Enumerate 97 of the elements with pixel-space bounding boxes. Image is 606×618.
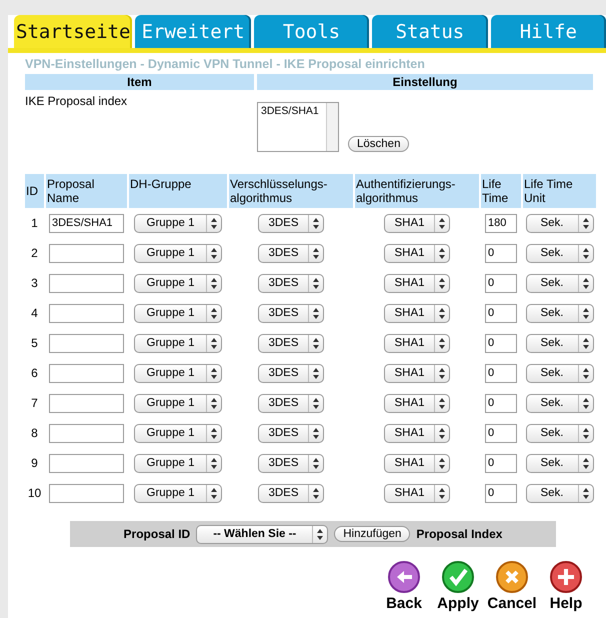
action-button[interactable]: Help — [543, 561, 589, 612]
time-unit-select[interactable]: Sek. — [526, 424, 594, 442]
column-header: Proposal Name — [46, 174, 127, 208]
life-time-field[interactable]: 0 — [485, 364, 517, 382]
cross-icon — [496, 561, 528, 593]
proposal-name-field[interactable] — [49, 394, 124, 412]
arrow-left-icon — [388, 561, 420, 593]
encryption-select[interactable]: 3DES — [258, 394, 324, 412]
encryption-select[interactable]: 3DES — [258, 274, 324, 292]
dh-group-select[interactable]: Gruppe 1 — [134, 334, 222, 352]
time-unit-select[interactable]: Sek. — [526, 364, 594, 382]
proposal-name-field[interactable]: 3DES/SHA1 — [49, 214, 124, 232]
column-header: ID — [25, 174, 44, 208]
time-unit-select[interactable]: Sek. — [526, 484, 594, 502]
action-button[interactable]: Apply — [435, 561, 481, 612]
authentication-select[interactable]: SHA1 — [384, 364, 450, 382]
encryption-select[interactable]: 3DES — [258, 334, 324, 352]
time-unit-select[interactable]: Sek. — [526, 214, 594, 232]
column-header: Einstellung — [257, 74, 593, 90]
column-header: Verschlüsselungs-algorithmus — [229, 174, 353, 208]
life-time-field[interactable]: 0 — [485, 334, 517, 352]
add-button[interactable]: Hinzufügen — [334, 526, 410, 542]
column-header: Authentifizierungs-algorithmus — [355, 174, 479, 208]
authentication-select[interactable]: SHA1 — [384, 304, 450, 322]
proposal-name-field[interactable] — [49, 424, 124, 442]
dh-group-select[interactable]: Gruppe 1 — [134, 394, 222, 412]
column-header: Item — [25, 74, 254, 90]
life-time-field[interactable]: 0 — [485, 304, 517, 322]
proposal-name-field[interactable] — [49, 364, 124, 382]
time-unit-select[interactable]: Sek. — [526, 454, 594, 472]
dh-group-select[interactable]: Gruppe 1 — [134, 274, 222, 292]
authentication-select[interactable]: SHA1 — [384, 484, 450, 502]
authentication-select[interactable]: SHA1 — [384, 424, 450, 442]
action-button[interactable]: Cancel — [489, 561, 535, 612]
field-label: Proposal ID — [124, 527, 190, 541]
row-id: 9 — [30, 455, 39, 472]
proposal-name-field[interactable] — [49, 274, 124, 292]
authentication-select[interactable]: SHA1 — [384, 214, 450, 232]
life-time-field[interactable]: 0 — [485, 484, 517, 502]
life-time-field[interactable]: 0 — [485, 274, 517, 292]
field-label: IKE Proposal index — [25, 94, 128, 108]
dh-group-select[interactable]: Gruppe 1 — [134, 214, 222, 232]
time-unit-select[interactable]: Sek. — [526, 334, 594, 352]
action-button[interactable]: Back — [381, 561, 427, 612]
time-unit-select[interactable]: Sek. — [526, 304, 594, 322]
proposal-name-field[interactable] — [49, 484, 124, 502]
nav-tab[interactable]: Startseite — [14, 15, 132, 48]
proposal-id-select[interactable]: -- Wählen Sie -- — [196, 524, 328, 544]
life-time-field[interactable]: 0 — [485, 454, 517, 472]
dh-group-select[interactable]: Gruppe 1 — [134, 244, 222, 262]
authentication-select[interactable]: SHA1 — [384, 454, 450, 472]
checkmark-icon — [442, 561, 474, 593]
list-item[interactable]: 3DES/SHA1 — [261, 105, 338, 117]
life-time-field[interactable]: 0 — [485, 424, 517, 442]
row-id: 1 — [30, 215, 39, 232]
encryption-select[interactable]: 3DES — [258, 484, 324, 502]
dh-group-select[interactable]: Gruppe 1 — [134, 484, 222, 502]
authentication-select[interactable]: SHA1 — [384, 334, 450, 352]
row-id: 10 — [26, 485, 42, 502]
row-id: 6 — [30, 365, 39, 382]
proposal-name-field[interactable] — [49, 454, 124, 472]
plus-icon — [550, 561, 582, 593]
dh-group-select[interactable]: Gruppe 1 — [134, 364, 222, 382]
encryption-select[interactable]: 3DES — [258, 454, 324, 472]
dh-group-select[interactable]: Gruppe 1 — [134, 424, 222, 442]
authentication-select[interactable]: SHA1 — [384, 274, 450, 292]
row-id: 5 — [30, 335, 39, 352]
time-unit-select[interactable]: Sek. — [526, 244, 594, 262]
life-time-field[interactable]: 180 — [485, 214, 517, 232]
authentication-select[interactable]: SHA1 — [384, 244, 450, 262]
time-unit-select[interactable]: Sek. — [526, 394, 594, 412]
delete-button[interactable]: Löschen — [348, 136, 410, 152]
proposal-name-field[interactable] — [49, 304, 124, 322]
row-id: 7 — [30, 395, 39, 412]
time-unit-select[interactable]: Sek. — [526, 274, 594, 292]
proposal-name-field[interactable] — [49, 334, 124, 352]
authentication-select[interactable]: SHA1 — [384, 394, 450, 412]
encryption-select[interactable]: 3DES — [258, 304, 324, 322]
encryption-select[interactable]: 3DES — [258, 244, 324, 262]
row-id: 2 — [30, 245, 39, 262]
row-id: 8 — [30, 425, 39, 442]
encryption-select[interactable]: 3DES — [258, 424, 324, 442]
encryption-select[interactable]: 3DES — [258, 364, 324, 382]
row-id: 3 — [30, 275, 39, 292]
dh-group-select[interactable]: Gruppe 1 — [134, 304, 222, 322]
proposal-listbox[interactable]: 3DES/SHA1 — [257, 102, 339, 152]
column-header: DH-Gruppe — [129, 174, 227, 208]
column-header: Life Time — [481, 174, 521, 208]
page-title: VPN-Einstellungen - Dynamic VPN Tunnel - IKE Proposal einrichten — [25, 57, 426, 71]
column-header: Life Time Unit — [523, 174, 596, 208]
dh-group-select[interactable]: Gruppe 1 — [134, 454, 222, 472]
proposal-name-field[interactable] — [49, 244, 124, 262]
life-time-field[interactable]: 0 — [485, 244, 517, 262]
row-id: 4 — [30, 305, 39, 322]
encryption-select[interactable]: 3DES — [258, 214, 324, 232]
life-time-field[interactable]: 0 — [485, 394, 517, 412]
field-label: Proposal Index — [416, 527, 502, 541]
